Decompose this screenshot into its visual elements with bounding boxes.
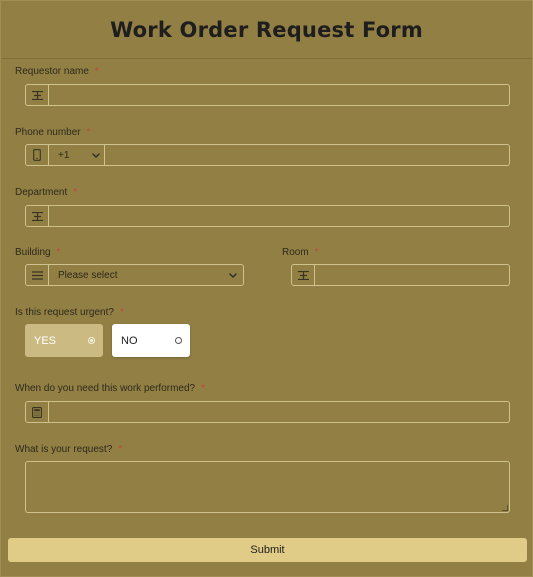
- building-selected-value: Please select: [58, 269, 118, 281]
- building-select-display[interactable]: Please select: [49, 265, 243, 285]
- work-order-form: Work Order Request Form Requestor name * …: [0, 0, 533, 577]
- urgent-yes-option[interactable]: YES: [25, 324, 103, 357]
- room-label: Room *: [282, 247, 319, 258]
- required-marker: *: [86, 127, 91, 138]
- department-label: Department *: [15, 187, 77, 198]
- form-header: Work Order Request Form: [1, 1, 532, 59]
- department-label-text: Department: [15, 187, 68, 198]
- phone-icon: [26, 145, 49, 165]
- date-needed-input[interactable]: [49, 402, 509, 422]
- requestor-name-label-text: Requestor name: [15, 66, 89, 77]
- date-needed-field[interactable]: [25, 401, 510, 423]
- country-code-value: +1: [58, 149, 70, 161]
- required-marker: *: [56, 247, 61, 258]
- text-cursor-icon: [26, 85, 49, 105]
- department-field[interactable]: [25, 205, 510, 227]
- text-cursor-icon: [26, 206, 49, 226]
- requestor-name-label: Requestor name *: [15, 66, 99, 77]
- urgent-yes-label: YES: [34, 334, 57, 347]
- resize-handle-icon[interactable]: [502, 505, 508, 511]
- phone-number-field[interactable]: +1: [25, 144, 510, 166]
- phone-number-input[interactable]: [105, 145, 509, 165]
- chevron-down-icon: [229, 270, 237, 281]
- request-textarea[interactable]: [25, 461, 510, 513]
- urgent-no-option[interactable]: NO: [112, 324, 190, 357]
- room-input[interactable]: [315, 265, 509, 285]
- requestor-name-field[interactable]: [25, 84, 510, 106]
- urgent-label: Is this request urgent? *: [15, 307, 124, 318]
- building-label-text: Building: [15, 247, 51, 258]
- building-select[interactable]: Please select: [25, 264, 244, 286]
- required-marker: *: [119, 307, 124, 318]
- phone-number-label-text: Phone number: [15, 127, 81, 138]
- building-label: Building *: [15, 247, 61, 258]
- radio-selected-icon: [88, 337, 95, 344]
- country-code-select[interactable]: +1: [49, 145, 105, 165]
- urgent-label-text: Is this request urgent?: [15, 307, 114, 318]
- chevron-down-icon: [92, 150, 100, 161]
- room-label-text: Room: [282, 247, 309, 258]
- request-label-text: What is your request?: [15, 444, 113, 455]
- required-marker: *: [201, 383, 206, 394]
- submit-button[interactable]: Submit: [8, 538, 527, 562]
- requestor-name-input[interactable]: [49, 85, 509, 105]
- date-needed-label-text: When do you need this work performed?: [15, 383, 196, 394]
- required-marker: *: [314, 247, 319, 258]
- required-marker: *: [94, 66, 99, 77]
- phone-number-label: Phone number *: [15, 127, 91, 138]
- date-needed-label: When do you need this work performed? *: [15, 383, 205, 394]
- form-title: Work Order Request Form: [110, 17, 423, 42]
- required-marker: *: [73, 187, 78, 198]
- list-icon: [26, 265, 49, 285]
- text-cursor-icon: [292, 265, 315, 285]
- urgent-no-label: NO: [121, 334, 138, 347]
- required-marker: *: [118, 444, 123, 455]
- room-field[interactable]: [291, 264, 510, 286]
- calculator-icon: [26, 402, 49, 422]
- department-input[interactable]: [49, 206, 509, 226]
- request-label: What is your request? *: [15, 444, 122, 455]
- radio-unselected-icon: [175, 337, 182, 344]
